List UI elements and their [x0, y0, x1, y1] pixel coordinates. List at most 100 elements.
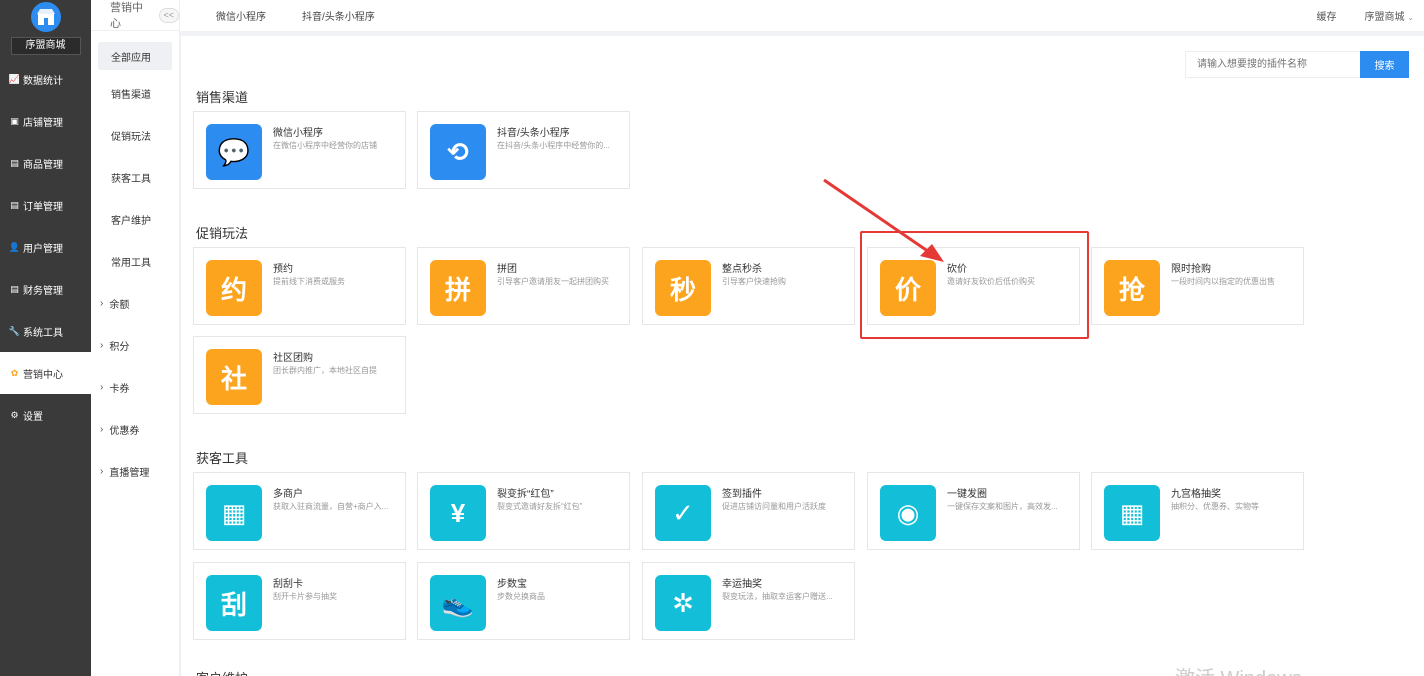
sidebar-item-order[interactable]: ▤ 订单管理 [0, 184, 91, 226]
plugin-card-douyin[interactable]: ⟲ 抖音/头条小程序 在抖音/头条小程序中经营你的... [417, 111, 630, 189]
store-icon: ▣ [10, 115, 19, 126]
subnav-item-label: 直播管理 [109, 467, 150, 479]
card-title: 签到插件 [722, 489, 762, 500]
chart-icon: 📈 [8, 73, 21, 84]
subnav-item-label: 促销玩法 [111, 131, 151, 143]
chevron-right-icon: › [100, 297, 104, 309]
sidebar-item-label: 营销中心 [23, 369, 63, 381]
subnav-item[interactable]: 客户维护 [91, 198, 179, 240]
top-header: 微信小程序 抖音/头条小程序 缓存 序盟商城 ⌄ [180, 0, 1424, 31]
card-description: 刮开卡片参与抽奖 [273, 592, 337, 601]
subnav-item[interactable]: 销售渠道 [91, 72, 179, 114]
card-description: 裂变式邀请好友拆“红包” [497, 502, 583, 511]
subnav-item[interactable]: 全部应用 [98, 42, 172, 70]
sidebar-item-label: 数据统计 [23, 75, 63, 87]
plugin-card-moments[interactable]: ◉ 一键发圈 一键保存文案和图片，高效发... [867, 472, 1080, 550]
icon-glyph: 约 [220, 274, 247, 305]
subnav-item-label: 卡券 [109, 383, 130, 395]
subnav-item-label: 积分 [109, 341, 130, 353]
plugin-card-merchant[interactable]: ▦ 多商户 获取入驻商流量，自营+商户入... [193, 472, 406, 550]
cache-link[interactable]: 缓存 [1317, 8, 1337, 23]
tab-douyin-miniprogram[interactable]: 抖音/头条小程序 [302, 8, 375, 23]
card-title: 抖音/头条小程序 [497, 128, 570, 139]
icon-glyph: 社 [220, 363, 247, 394]
community-icon: 社 [206, 349, 262, 405]
main-content: 搜索 销售渠道 促销玩法 获客工具 💬 微信小程序在微信小程序中经营你的店铺 ⟲ 抖音… [181, 36, 1424, 676]
plugin-card-group-buy[interactable]: 拼 拼团 引导客户邀请朋友一起拼团购买 [417, 247, 630, 325]
sidebar-item-product[interactable]: ▤ 商品管理 [0, 142, 91, 184]
card-title: 多商户 [273, 489, 303, 500]
plugin-card-steps[interactable]: 👟 步数宝 步数兑换商品 [417, 562, 630, 640]
shop-dropdown[interactable]: 序盟商城 ⌄ [1365, 8, 1414, 23]
tab-wechat-miniprogram[interactable]: 微信小程序 [216, 8, 266, 23]
card-title: 预约 [273, 264, 293, 275]
subnav-item[interactable]: 获客工具 [91, 156, 179, 198]
card-description: 步数兑换商品 [497, 592, 545, 601]
icon-glyph: ▦ [1119, 497, 1145, 528]
card-title: 限时抢购 [1171, 264, 1211, 275]
sidebar-item-label: 财务管理 [23, 285, 63, 297]
icon-glyph: 秒 [669, 274, 696, 305]
plugin-card-lucky-wheel[interactable]: ✲ 幸运抽奖 裂变玩法，抽取幸运客户赠送... [642, 562, 855, 640]
sidebar-item-wrench[interactable]: 🔧 系统工具 [0, 310, 91, 352]
collapse-button[interactable]: << [158, 7, 179, 23]
plugin-card-wechat[interactable]: 💬 微信小程序 在微信小程序中经营你的店铺 [193, 111, 406, 189]
card-description: 团长群内推广，本地社区自提 [273, 366, 377, 375]
subnav-item[interactable]: › 直播管理 [91, 450, 179, 492]
subnav-item[interactable]: 促销玩法 [91, 114, 179, 156]
subnav-item[interactable]: › 优惠券 [91, 408, 179, 450]
grid-lottery-icon: ▦ [1104, 485, 1160, 541]
card-description: 提前线下消费或服务 [273, 277, 345, 286]
subnav-title: 营销中心 [110, 2, 143, 30]
card-title: 裂变拆“红包” [497, 489, 554, 500]
subnav-item[interactable]: › 余额 [91, 282, 179, 324]
search-button[interactable]: 搜索 [1360, 51, 1409, 78]
marketing-subnav: 营销中心 << 全部应用 销售渠道 促销玩法 获客工具 客户维护 常用工具 › 余额 › 积分 › 卡… [91, 0, 180, 676]
card-description: 促进店铺访问量和用户活跃度 [722, 502, 826, 511]
search-input[interactable] [1185, 51, 1361, 78]
sidebar-item-marketing[interactable]: ✿ 营销中心 [0, 352, 91, 394]
sidebar-item-chart[interactable]: 📈 数据统计 [0, 58, 91, 100]
shop-logo-icon[interactable] [30, 2, 61, 32]
subnav-item-label: 销售渠道 [111, 89, 151, 101]
card-title: 拼团 [497, 264, 517, 275]
plugin-card-limited-time[interactable]: 抢 限时抢购 一段时间内以指定的优惠出售 [1091, 247, 1304, 325]
subnav-item[interactable]: 常用工具 [91, 240, 179, 282]
subnav-item-label: 常用工具 [111, 257, 151, 269]
sidebar-item-gear[interactable]: ⚙ 设置 [0, 394, 91, 436]
merchant-icon: ▦ [206, 485, 262, 541]
wrench-icon: 🔧 [8, 325, 21, 336]
subnav-item[interactable]: › 卡券 [91, 366, 179, 408]
plugin-card-bargain[interactable]: 价 砍价 邀请好友砍价后低价购买 [867, 247, 1080, 325]
flash-sale-icon: 秒 [655, 260, 711, 316]
section-title-acquire: 获客工具 [196, 451, 249, 466]
subnav-item[interactable]: › 积分 [91, 324, 179, 366]
card-description: 引导客户快速抢购 [722, 277, 786, 286]
subnav-item-label: 余额 [109, 299, 130, 311]
sidebar-item-user[interactable]: 👤 用户管理 [0, 226, 91, 268]
plugin-card-grid-lottery[interactable]: ▦ 九宫格抽奖 抽积分、优惠券、实物等 [1091, 472, 1304, 550]
user-icon: 👤 [8, 241, 21, 252]
subnav-header: 营销中心 << [91, 0, 179, 31]
sidebar-item-store[interactable]: ▣ 店铺管理 [0, 100, 91, 142]
icon-glyph: 刮 [220, 589, 247, 620]
plugin-card-red-packet[interactable]: ¥ 裂变拆“红包” 裂变式邀请好友拆“红包” [417, 472, 630, 550]
icon-glyph: 价 [894, 274, 921, 305]
card-title: 微信小程序 [273, 128, 323, 139]
plugin-card-flash-sale[interactable]: 秒 整点秒杀 引导客户快速抢购 [642, 247, 855, 325]
plugin-card-scratch-card[interactable]: 刮 刮刮卡 刮开卡片参与抽奖 [193, 562, 406, 640]
chevron-down-icon: ⌄ [1407, 13, 1414, 22]
plugin-card-reservation[interactable]: 约 预约提前线下消费或服务 [193, 247, 406, 325]
subnav-item-label: 全部应用 [111, 52, 151, 64]
card-title: 一键发圈 [947, 489, 987, 500]
card-title: 幸运抽奖 [722, 579, 762, 590]
plugin-card-community[interactable]: 社 社区团购团长群内推广，本地社区自提 [193, 336, 406, 414]
sidebar-menu: 📈 数据统计 ▣ 店铺管理 ▤ 商品管理 ▤ 订单管理 👤 用户管理 ▤ 财务管理 🔧 系统工具 ✿ 营销中心… [0, 58, 91, 436]
card-description: 在微信小程序中经营你的店铺 [273, 141, 377, 150]
product-icon: ▤ [10, 157, 19, 168]
plugin-card-checkin[interactable]: ✓ 签到插件 促进店铺访问量和用户活跃度 [642, 472, 855, 550]
icon-glyph: ⟲ [447, 136, 469, 167]
icon-glyph: ◉ [896, 497, 920, 528]
sidebar-item-finance[interactable]: ▤ 财务管理 [0, 268, 91, 310]
card-title: 社区团购 [273, 353, 313, 364]
